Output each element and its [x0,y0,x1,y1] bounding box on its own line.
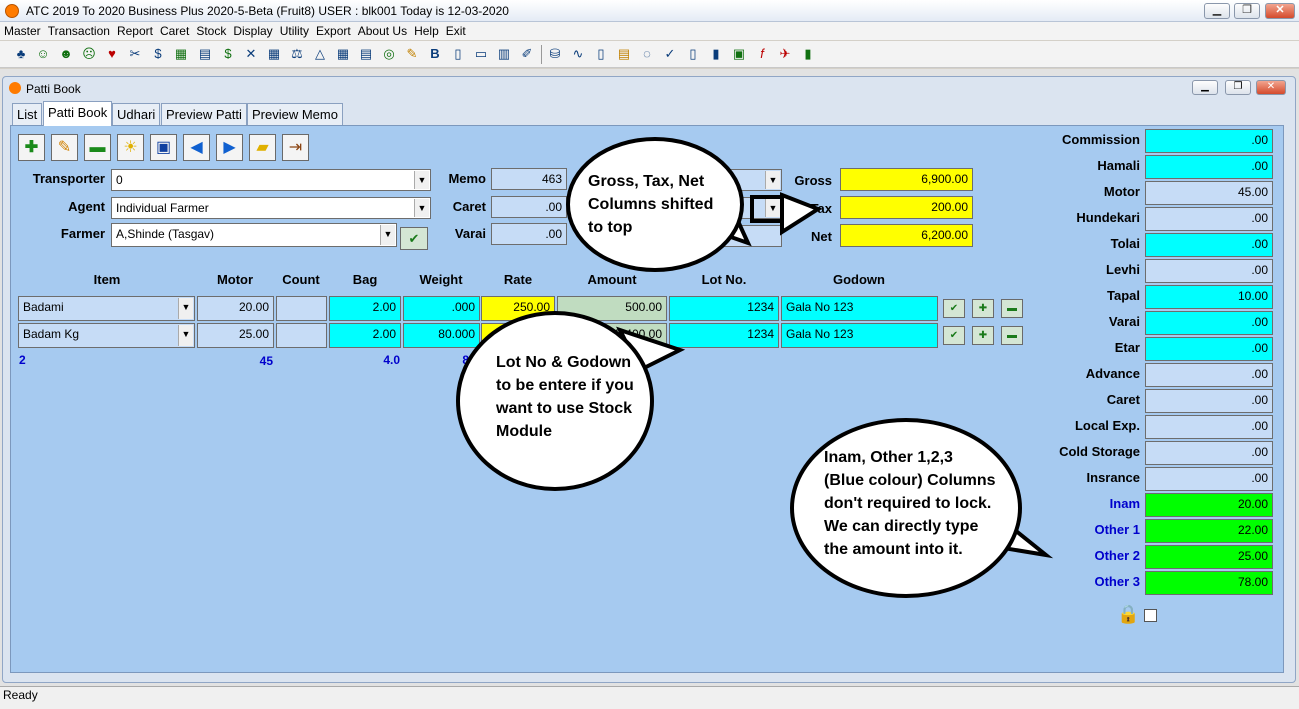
status-text: Ready [3,688,38,702]
gross-callout: Gross, Tax, Net Columns shifted to top [566,137,744,272]
gross-callout-text: Gross, Tax, Net Columns shifted to top [588,173,714,236]
lot-callout-text: Lot No & Godown to be entere if you want… [496,354,634,440]
callout-tails [616,192,1054,559]
highlight-box [750,195,784,223]
arrow-icon [780,192,823,236]
tab-patti-book[interactable]: Patti Book [43,101,113,126]
inam-callout: Inam, Other 1,2,3 (Blue colour) Columns … [790,418,1022,598]
lot-callout: Lot No & Godown to be entere if you want… [456,311,654,491]
inam-callout-text: Inam, Other 1,2,3 (Blue colour) Columns … [824,449,996,558]
status-bar: Ready [0,686,1299,709]
